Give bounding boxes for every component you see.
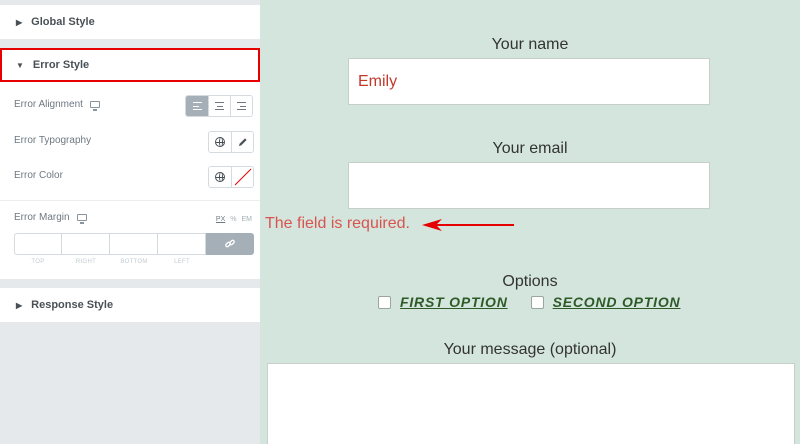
error-alignment-control: Error Alignment (14, 99, 100, 111)
section-divider (0, 200, 260, 201)
global-style-label: Global Style (31, 16, 95, 28)
margin-top-input[interactable] (14, 233, 62, 255)
margin-left-label: LEFT (174, 259, 190, 265)
error-margin-control: Error Margin (14, 212, 87, 224)
align-left-button[interactable] (186, 96, 208, 116)
caret-right-icon: ▶ (16, 17, 23, 27)
desktop-icon[interactable] (76, 214, 87, 224)
globe-icon (215, 172, 225, 182)
color-buttons (208, 166, 254, 188)
error-style-section[interactable]: ▼ Error Style (0, 48, 260, 82)
global-style-section[interactable]: ▶ Global Style (0, 5, 260, 39)
alignment-buttons (185, 95, 253, 117)
name-input[interactable]: Emily (348, 58, 710, 105)
arrow-left-icon (422, 219, 514, 231)
option-first[interactable]: FIRST OPTION (378, 294, 508, 310)
link-values-button[interactable] (206, 233, 254, 255)
pencil-icon (238, 138, 247, 146)
second-option-checkbox[interactable] (530, 295, 544, 309)
error-color-control: Error Color (14, 170, 63, 181)
error-typography-label: Error Typography (14, 135, 92, 146)
response-style-label: Response Style (31, 299, 114, 311)
color-picker-button[interactable] (231, 167, 253, 187)
first-option-label: FIRST OPTION (400, 294, 508, 310)
align-right-icon (237, 102, 246, 110)
error-style-label: Error Style (32, 59, 90, 71)
error-typography-control: Error Typography (14, 135, 91, 146)
second-option-label: SECOND OPTION (552, 294, 681, 310)
desktop-icon[interactable] (89, 101, 100, 111)
email-input[interactable] (348, 162, 710, 209)
error-margin-label: Error Margin (14, 212, 70, 223)
unit-px[interactable]: PX (216, 216, 225, 223)
email-label: Your email (492, 140, 568, 157)
options-group: FIRST OPTION SECOND OPTION (378, 294, 703, 310)
name-label: Your name (491, 36, 569, 53)
response-style-section[interactable]: ▶ Response Style (0, 288, 260, 322)
align-center-button[interactable] (208, 96, 230, 116)
options-label: Options (502, 273, 558, 290)
caret-down-icon: ▼ (16, 60, 24, 70)
align-left-icon (192, 102, 202, 110)
name-value: Emily (358, 72, 398, 90)
margin-top-label: TOP (31, 259, 45, 265)
margin-left-input[interactable] (158, 233, 206, 255)
margin-bottom-label: BOTTOM (120, 259, 148, 265)
caret-right-icon: ▶ (16, 300, 23, 310)
style-panel: ▶ Global Style ▼ Error Style Error Align… (0, 0, 260, 444)
error-message: The field is required. (265, 215, 410, 232)
margin-bottom-input[interactable] (110, 233, 158, 255)
option-second[interactable]: SECOND OPTION (530, 294, 681, 310)
link-icon (225, 239, 235, 248)
align-center-icon (215, 102, 224, 110)
margin-input-labels: TOP RIGHT BOTTOM LEFT (14, 259, 206, 265)
typography-edit-button[interactable] (231, 132, 253, 152)
align-right-button[interactable] (230, 96, 252, 116)
unit-percent[interactable]: % (230, 216, 236, 223)
message-textarea[interactable] (267, 363, 795, 444)
unit-selector: PX % EM (216, 216, 252, 223)
margin-right-input[interactable] (62, 233, 110, 255)
color-global-button[interactable] (209, 167, 231, 187)
form-preview: Your name Emily Your email The field is … (260, 0, 800, 444)
message-label: Your message (optional) (443, 341, 617, 358)
margin-inputs (14, 233, 254, 255)
typography-buttons (208, 131, 254, 153)
error-alignment-label: Error Alignment (14, 99, 83, 110)
margin-right-label: RIGHT (75, 259, 97, 265)
first-option-checkbox[interactable] (378, 295, 391, 309)
typography-global-button[interactable] (209, 132, 231, 152)
unit-em[interactable]: EM (242, 216, 253, 223)
error-color-label: Error Color (14, 170, 63, 181)
no-color-swatch-icon (234, 168, 251, 186)
globe-icon (215, 137, 225, 147)
